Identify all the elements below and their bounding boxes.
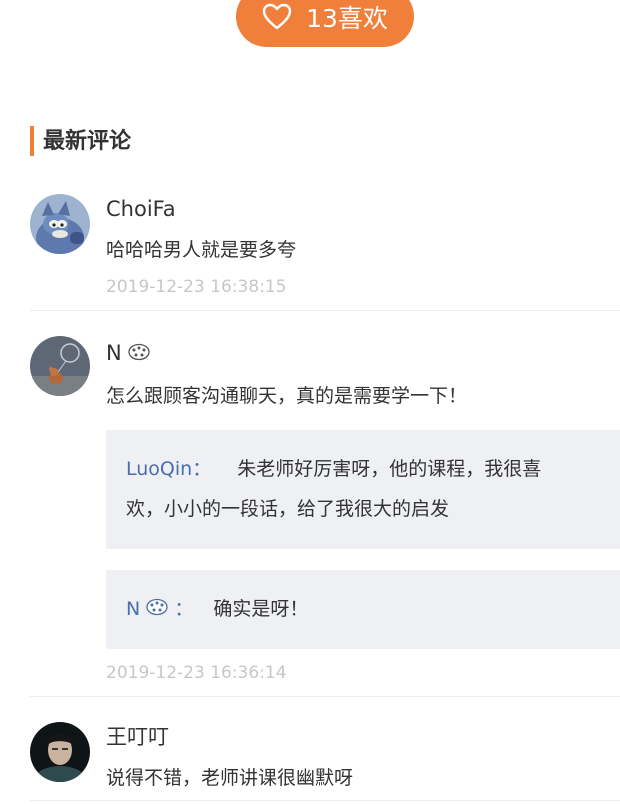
reply-text: 朱老师好厉害呀，他的课程，我很喜 — [237, 458, 542, 480]
heart-outline-icon — [262, 3, 292, 30]
avatar-wangdingding[interactable] — [30, 722, 90, 782]
comment-author[interactable]: ChoiFa — [106, 196, 176, 222]
like-button[interactable]: 13喜欢 — [236, 0, 414, 47]
comment-timestamp: 2019-12-23 16:38:15 — [106, 277, 287, 297]
reply-author-link[interactable]: N ： — [126, 598, 199, 620]
section-title: 最新评论 — [30, 126, 131, 156]
reply-box: N ： 确实是呀！ — [106, 570, 620, 649]
comment-timestamp: 2019-12-23 16:36:14 — [106, 663, 287, 683]
comment-text: 哈哈哈男人就是要多夸 — [106, 239, 297, 261]
tom-cat-avatar — [30, 194, 90, 254]
cookie-emoji-icon — [128, 341, 151, 367]
avatar-n[interactable] — [30, 336, 90, 396]
person-photo-avatar — [30, 722, 90, 782]
reply-text: 确实是呀！ — [213, 598, 309, 620]
comment-author[interactable]: N — [106, 340, 151, 367]
reply-text: 欢，小小的一段话，给了我很大的启发 — [126, 498, 450, 520]
comment-divider — [30, 800, 620, 801]
comment-text: 怎么跟顾客沟通聊天，真的是需要学一下！ — [106, 385, 468, 407]
comment-author[interactable]: 王叮叮 — [106, 724, 169, 750]
comment-text: 说得不错，老师讲课很幽默呀 — [106, 767, 354, 789]
reply-box: LuoQin： 朱老师好厉害呀，他的课程，我很喜 欢，小小的一段话，给了我很大的… — [106, 430, 620, 549]
like-count-label: 13喜欢 — [306, 3, 388, 33]
avatar-choifa[interactable] — [30, 194, 90, 254]
comment-divider — [30, 310, 620, 311]
reply-author-link[interactable]: LuoQin： — [126, 458, 211, 480]
cookie-emoji-icon — [146, 590, 168, 630]
jerry-balloon-avatar — [30, 336, 90, 396]
comment-divider — [30, 696, 620, 697]
